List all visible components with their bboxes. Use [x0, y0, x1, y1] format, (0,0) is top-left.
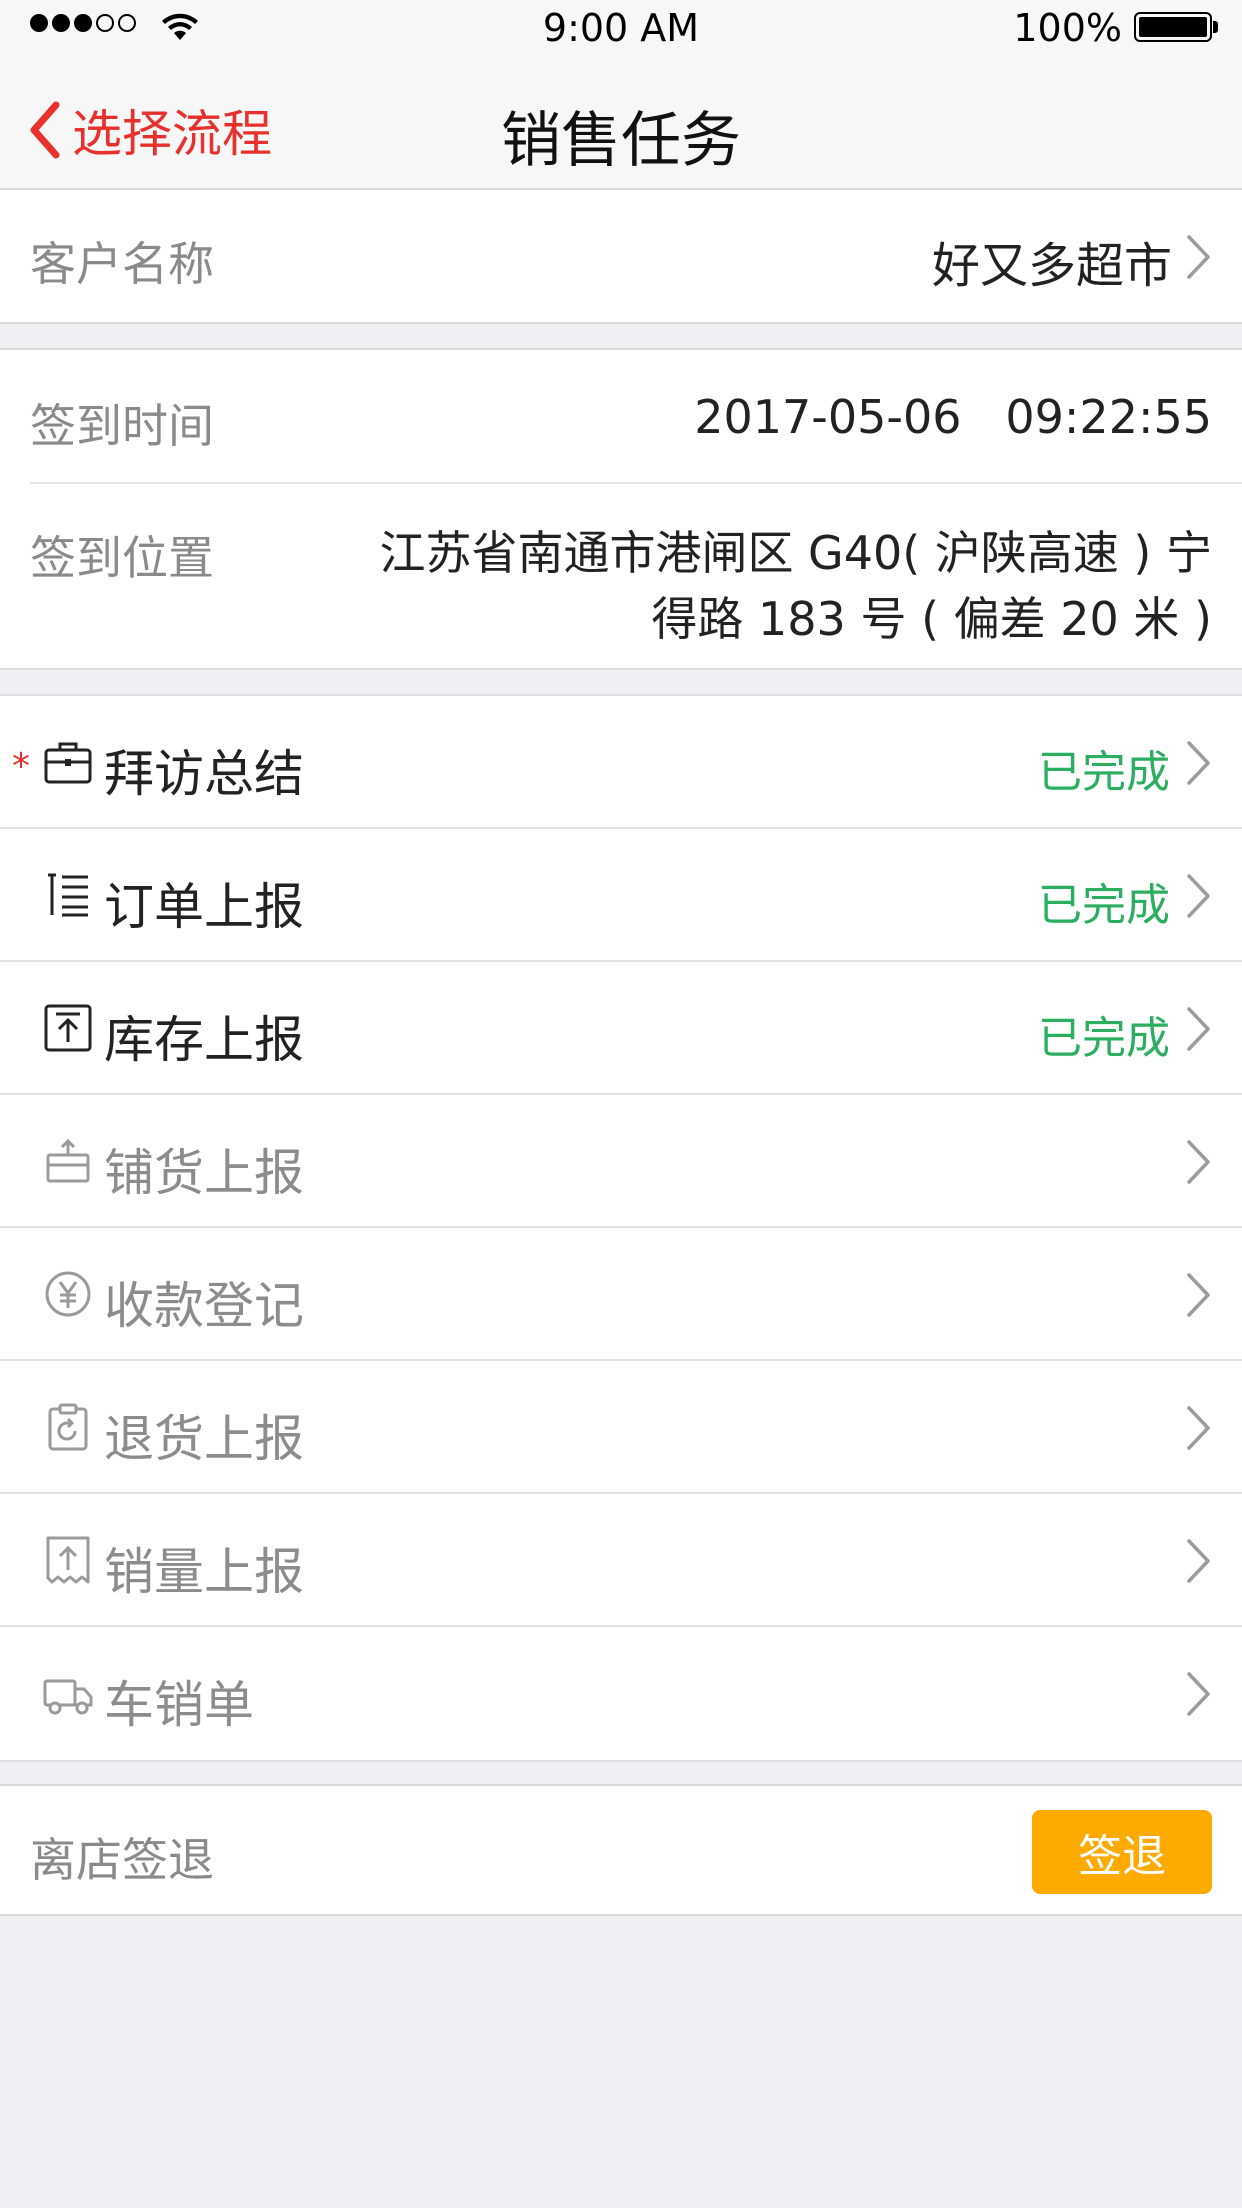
task-row-payment-register[interactable]: 收款登记 — [0, 1228, 1242, 1361]
chevron-right-icon — [1187, 1140, 1210, 1184]
task-label: 收款登记 — [104, 1277, 304, 1335]
chevron-right-icon — [1187, 1539, 1210, 1583]
navigation-bar: 选择流程 销售任务 — [0, 56, 1242, 190]
briefcase-icon — [44, 742, 92, 784]
task-status-completed: 已完成 — [1038, 1013, 1170, 1064]
task-row-inventory-report[interactable]: 库存上报 已完成 — [0, 962, 1242, 1095]
chevron-right-icon — [1187, 1273, 1210, 1317]
required-asterisk: * — [12, 746, 30, 787]
task-label: 销量上报 — [104, 1543, 304, 1601]
truck-icon — [43, 1679, 93, 1715]
task-row-order-report[interactable]: 订单上报 已完成 — [0, 829, 1242, 962]
checkin-time-label: 签到时间 — [30, 399, 214, 453]
battery-cap — [1213, 21, 1218, 33]
task-row-visit-summary[interactable]: * 拜访总结 已完成 — [0, 696, 1242, 829]
page-title: 销售任务 — [501, 106, 741, 176]
task-label: 铺货上报 — [104, 1144, 304, 1202]
task-label: 拜访总结 — [104, 745, 304, 803]
checkout-row: 离店签退 签退 — [0, 1784, 1242, 1916]
task-row-distribution-report[interactable]: 铺货上报 — [0, 1095, 1242, 1228]
status-bar: 9:00 AM 100% — [0, 0, 1242, 56]
task-status-completed: 已完成 — [1038, 880, 1170, 931]
chevron-right-icon — [1187, 1672, 1210, 1716]
task-row-sales-report[interactable]: 销量上报 — [0, 1494, 1242, 1627]
checkin-info: 签到时间 2017-05-06 09:22:55 签到位置 江苏省南通市港闸区 … — [0, 348, 1242, 670]
task-row-vehicle-sales[interactable]: 车销单 — [0, 1627, 1242, 1760]
customer-row[interactable]: 客户名称 好又多超市 — [0, 190, 1242, 324]
task-row-return-report[interactable]: 退货上报 — [0, 1361, 1242, 1494]
checkin-time-value: 2017-05-06 09:22:55 — [694, 390, 1212, 444]
list-icon — [48, 873, 88, 917]
shelf-icon — [46, 1138, 90, 1183]
upload-box-icon — [44, 1004, 92, 1052]
yen-coin-icon — [45, 1271, 91, 1317]
task-label: 退货上报 — [104, 1410, 304, 1468]
checkin-location-value: 江苏省南通市港闸区 G40( 沪陕高速 ) 宁得路 183 号 ( 偏差 20 … — [379, 526, 1212, 646]
checkin-location-label: 签到位置 — [30, 531, 214, 585]
checkout-button[interactable]: 签退 — [1032, 1810, 1212, 1894]
chevron-right-icon — [1187, 1007, 1210, 1051]
task-label: 库存上报 — [104, 1011, 304, 1069]
sales-upload-icon — [46, 1536, 90, 1584]
battery-icon — [1134, 12, 1212, 42]
battery-percentage: 100% — [1013, 6, 1122, 50]
task-label: 车销单 — [104, 1676, 254, 1734]
chevron-right-icon — [1187, 741, 1210, 785]
chevron-right-icon — [1187, 1406, 1210, 1450]
checkout-label: 离店签退 — [30, 1833, 214, 1887]
task-list: * 拜访总结 已完成 订单上报 已完成 库存上报 已完成 铺货上报 收款登记 退… — [0, 694, 1242, 1762]
task-status-completed: 已完成 — [1038, 747, 1170, 798]
divider — [30, 482, 1242, 484]
customer-value: 好又多超市 — [931, 238, 1172, 294]
customer-label: 客户名称 — [30, 237, 214, 291]
return-clipboard-icon — [48, 1403, 88, 1451]
task-label: 订单上报 — [104, 878, 304, 936]
chevron-right-icon — [1187, 874, 1210, 918]
chevron-right-icon — [1187, 235, 1210, 279]
